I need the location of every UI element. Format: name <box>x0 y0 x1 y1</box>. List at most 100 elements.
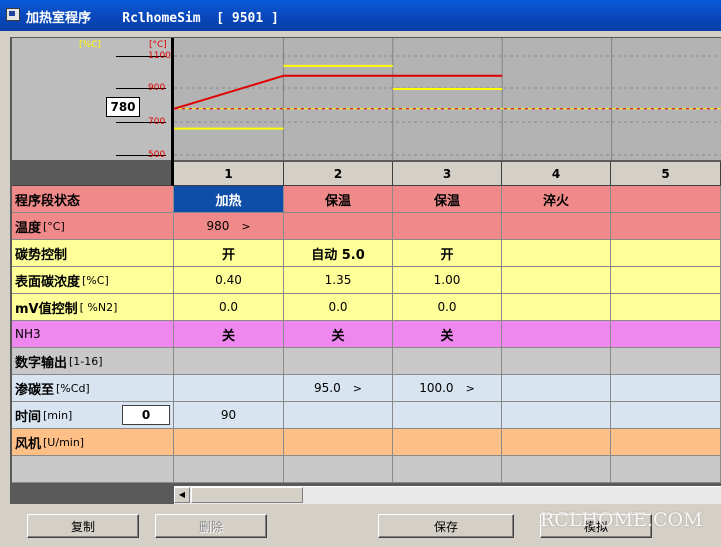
cell-fan-3[interactable] <box>393 429 502 456</box>
cell-digital-output-1[interactable] <box>174 348 284 375</box>
cell-carbon-control-2[interactable]: 自动 5.0 <box>284 240 393 267</box>
save-button[interactable]: 保存 <box>378 514 514 538</box>
cell-fan-4[interactable] <box>502 429 611 456</box>
row-label-text: 数字输出 <box>15 355 68 371</box>
edit-arrow-icon[interactable]: > <box>466 382 475 395</box>
cell-value: 980 <box>206 219 230 233</box>
cell-nh3-4[interactable] <box>502 321 611 348</box>
row-label-text: 程序段状态 <box>15 193 81 209</box>
col-header-1[interactable]: 1 <box>174 162 284 186</box>
cell-status-3[interactable]: 保温 <box>393 186 502 213</box>
col-header-2[interactable]: 2 <box>284 162 393 186</box>
cell-empty-1[interactable] <box>174 456 284 483</box>
cell-digital-output-4[interactable] <box>502 348 611 375</box>
cell-time-4[interactable] <box>502 402 611 429</box>
cell-status-2[interactable]: 保温 <box>284 186 393 213</box>
cell-mv-control-1[interactable]: 0.0 <box>174 294 284 321</box>
cell-mv-control-3[interactable]: 0.0 <box>393 294 502 321</box>
cell-digital-output-3[interactable] <box>393 348 502 375</box>
scroll-left-icon[interactable]: ◀ <box>174 487 190 503</box>
row-label-carburize-to: 渗碳至 [%Cd] <box>12 375 174 402</box>
row-label-carbon-control: 碳势控制 <box>12 240 174 267</box>
cell-fan-1[interactable] <box>174 429 284 456</box>
cell-carburize-to-2[interactable]: 95.0 > <box>284 375 393 402</box>
cell-fan-2[interactable] <box>284 429 393 456</box>
cell-status-4[interactable]: 淬火 <box>502 186 611 213</box>
cell-nh3-1[interactable]: 关 <box>174 321 284 348</box>
cell-time-3[interactable] <box>393 402 502 429</box>
row-label-text: 渗碳至 <box>15 382 55 398</box>
cell-temperature-5[interactable] <box>611 213 721 240</box>
cell-mv-control-5[interactable] <box>611 294 721 321</box>
cell-carbon-control-4[interactable] <box>502 240 611 267</box>
cell-mv-control-4[interactable] <box>502 294 611 321</box>
grid-row-mv-control: mV值控制[ %N2] 0.0 0.0 0.0 <box>12 294 721 321</box>
cell-value: 关 <box>221 328 235 344</box>
cell-temperature-1[interactable]: 980 > <box>174 213 284 240</box>
edit-arrow-icon[interactable]: > <box>241 220 250 233</box>
grid-row-carbon-control: 碳势控制 开 自动 5.0 开 <box>12 240 721 267</box>
edit-arrow-icon[interactable]: > <box>353 382 362 395</box>
cell-carburize-to-5[interactable] <box>611 375 721 402</box>
scroll-thumb[interactable] <box>191 487 303 503</box>
copy-button[interactable]: 复制 <box>27 514 139 538</box>
cell-empty-5[interactable] <box>611 456 721 483</box>
cell-surface-carbon-5[interactable] <box>611 267 721 294</box>
cell-value: 保温 <box>324 193 351 209</box>
cell-value: 1.00 <box>433 273 461 287</box>
cell-surface-carbon-2[interactable]: 1.35 <box>284 267 393 294</box>
cell-surface-carbon-4[interactable] <box>502 267 611 294</box>
cell-status-5[interactable] <box>611 186 721 213</box>
row-label-digital-output: 数字输出 [1-16] <box>12 348 174 375</box>
horizontal-scrollbar[interactable]: ◀ <box>174 486 721 504</box>
cell-carbon-control-5[interactable] <box>611 240 721 267</box>
grid-row-temperature: 温度 [°C] 980 > <box>12 213 721 240</box>
row-label-status: 程序段状态 <box>12 186 174 213</box>
cell-temperature-2[interactable] <box>284 213 393 240</box>
cell-value: 95.0 <box>314 381 341 395</box>
col-header-4[interactable]: 4 <box>502 162 611 186</box>
grid-row-fan: 风机 [U/min] <box>12 429 721 456</box>
cell-empty-4[interactable] <box>502 456 611 483</box>
time-input[interactable]: 0 <box>122 405 170 425</box>
cell-value: 加热 <box>215 193 242 209</box>
grid-row-nh3: NH3 关 关 关 <box>12 321 721 348</box>
cell-carburize-to-3[interactable]: 100.0 > <box>393 375 502 402</box>
delete-button[interactable]: 删除 <box>155 514 267 538</box>
cell-temperature-4[interactable] <box>502 213 611 240</box>
cell-value: 1.35 <box>324 273 352 287</box>
row-label-surface-carbon: 表面碳浓度 [%C] <box>12 267 174 294</box>
cell-digital-output-2[interactable] <box>284 348 393 375</box>
row-unit: [%Cd] <box>56 381 90 395</box>
cell-time-5[interactable] <box>611 402 721 429</box>
cell-value: 开 <box>440 247 454 263</box>
watermark: RCLHOME.COM <box>540 509 703 531</box>
cell-nh3-5[interactable] <box>611 321 721 348</box>
cell-carburize-to-4[interactable] <box>502 375 611 402</box>
cell-empty-3[interactable] <box>393 456 502 483</box>
cell-digital-output-5[interactable] <box>611 348 721 375</box>
cell-mv-control-2[interactable]: 0.0 <box>284 294 393 321</box>
cell-carbon-control-1[interactable]: 开 <box>174 240 284 267</box>
cell-carburize-to-1[interactable] <box>174 375 284 402</box>
y2-tick-label: 1100 <box>148 51 171 61</box>
cell-status-1[interactable]: 加热 <box>174 186 284 213</box>
cell-empty-2[interactable] <box>284 456 393 483</box>
current-temp-readout: 780 <box>106 97 140 117</box>
cell-nh3-2[interactable]: 关 <box>284 321 393 348</box>
cell-value: 0.0 <box>437 300 457 314</box>
cell-value: 100.0 <box>419 381 454 395</box>
row-label-text: mV值控制 <box>15 301 78 317</box>
cell-value: 0.0 <box>218 300 239 314</box>
cell-time-2[interactable] <box>284 402 393 429</box>
cell-surface-carbon-1[interactable]: 0.40 <box>174 267 284 294</box>
cell-time-1[interactable]: 90 <box>174 402 284 429</box>
cell-fan-5[interactable] <box>611 429 721 456</box>
cell-nh3-3[interactable]: 关 <box>393 321 502 348</box>
col-header-5[interactable]: 5 <box>611 162 721 186</box>
cell-value: 关 <box>331 328 345 344</box>
cell-carbon-control-3[interactable]: 开 <box>393 240 502 267</box>
cell-surface-carbon-3[interactable]: 1.00 <box>393 267 502 294</box>
cell-temperature-3[interactable] <box>393 213 502 240</box>
col-header-3[interactable]: 3 <box>393 162 502 186</box>
